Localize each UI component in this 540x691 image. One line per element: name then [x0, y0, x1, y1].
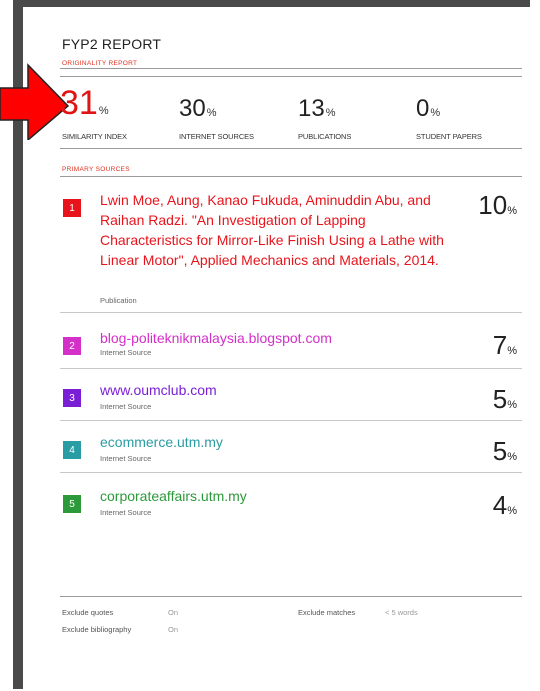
source-type: Publication [100, 296, 137, 305]
publications-stat: 13% [298, 97, 335, 121]
similarity-label: SIMILARITY INDEX [62, 132, 127, 141]
source-number-badge: 3 [63, 389, 81, 407]
similarity-unit: % [98, 105, 109, 117]
source-percent: 5% [492, 384, 517, 414]
source-title-link[interactable]: Lwin Moe, Aung, Kanao Fukuda, Aminuddin … [100, 190, 450, 270]
source-number-badge: 2 [63, 337, 81, 355]
exclude-quotes-label: Exclude quotes [62, 608, 114, 617]
similarity-index-stat: 31% [60, 86, 109, 120]
source-number-badge: 4 [63, 441, 81, 459]
exclude-bibliography-value: On [168, 625, 179, 634]
exclude-quotes-value: On [168, 608, 179, 617]
primary-sources-label: PRIMARY SOURCES [62, 166, 130, 173]
row-divider [60, 420, 522, 421]
source-title-link[interactable]: corporateaffairs.utm.my [100, 486, 247, 506]
divider [60, 176, 522, 177]
source-percent: 7% [492, 330, 517, 360]
source-number-badge: 5 [63, 495, 81, 513]
row-divider [60, 312, 522, 313]
internet-sources-stat: 30% [179, 97, 216, 121]
source-percent: 5% [492, 436, 517, 466]
source-type: Internet Source [100, 402, 152, 411]
internet-unit: % [206, 107, 217, 119]
publications-unit: % [325, 107, 336, 119]
source-percent: 10% [478, 190, 517, 220]
student-value: 0 [416, 95, 430, 122]
exclude-matches-label: Exclude matches [298, 608, 356, 617]
exclude-bibliography-label: Exclude bibliography [62, 625, 132, 634]
originality-report-label: ORIGINALITY REPORT [62, 60, 138, 67]
source-number-badge: 1 [63, 199, 81, 217]
student-unit: % [430, 107, 441, 119]
source-percent: 4% [492, 490, 517, 520]
internet-label: INTERNET SOURCES [179, 132, 254, 141]
source-type: Internet Source [100, 508, 152, 517]
exclude-matches-value: < 5 words [385, 608, 418, 617]
student-papers-stat: 0% [416, 97, 440, 121]
similarity-value: 31 [60, 84, 98, 122]
publications-value: 13 [298, 95, 325, 122]
source-title-link[interactable]: blog-politeknikmalaysia.blogspot.com [100, 328, 332, 348]
source-title-link[interactable]: ecommerce.utm.my [100, 432, 223, 452]
internet-value: 30 [179, 95, 206, 122]
divider [60, 596, 522, 597]
student-label: STUDENT PAPERS [416, 132, 482, 141]
source-type: Internet Source [100, 348, 152, 357]
row-divider [60, 368, 522, 369]
divider [60, 68, 522, 69]
source-title-link[interactable]: www.oumclub.com [100, 380, 217, 400]
divider [60, 76, 522, 77]
report-title: FYP2 REPORT [62, 36, 162, 52]
divider [60, 148, 522, 149]
publications-label: PUBLICATIONS [298, 132, 352, 141]
row-divider [60, 472, 522, 473]
source-type: Internet Source [100, 454, 152, 463]
